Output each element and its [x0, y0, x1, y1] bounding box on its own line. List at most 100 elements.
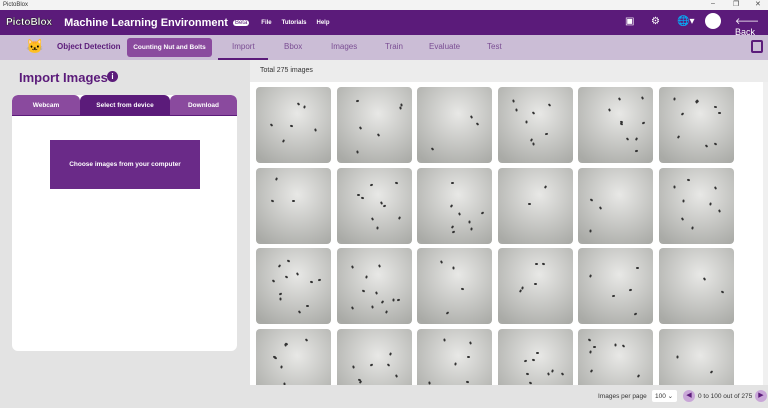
- object-mark: [270, 124, 274, 127]
- object-mark: [428, 381, 431, 384]
- object-mark: [469, 220, 471, 223]
- object-mark: [471, 227, 473, 230]
- object-mark: [720, 290, 724, 293]
- tab-images[interactable]: Images: [331, 42, 357, 51]
- object-mark: [361, 290, 365, 293]
- image-thumbnail[interactable]: [659, 168, 734, 244]
- object-mark: [440, 260, 443, 264]
- object-mark: [310, 280, 313, 283]
- object-mark: [593, 346, 596, 348]
- object-mark: [285, 275, 289, 278]
- globe-language-icon[interactable]: 🌐▾: [677, 16, 694, 27]
- image-thumbnail[interactable]: [256, 87, 331, 163]
- image-thumbnail[interactable]: [256, 168, 331, 244]
- object-mark: [270, 199, 273, 202]
- image-thumbnail[interactable]: [659, 87, 734, 163]
- image-thumbnail[interactable]: [417, 87, 492, 163]
- object-mark: [531, 111, 535, 115]
- image-thumbnail[interactable]: [498, 168, 573, 244]
- object-mark: [395, 182, 398, 185]
- gear-icon[interactable]: ⚙: [651, 16, 660, 27]
- object-mark: [548, 103, 551, 107]
- object-mark: [714, 143, 718, 146]
- object-mark: [530, 138, 533, 142]
- object-mark: [673, 98, 675, 101]
- tab-bbox[interactable]: Bbox: [284, 42, 302, 51]
- maximize-button[interactable]: ❐: [733, 0, 739, 8]
- minimize-button[interactable]: –: [711, 0, 715, 7]
- object-mark: [282, 139, 285, 143]
- images-per-page-select[interactable]: 100 ⌄: [652, 390, 677, 402]
- project-name-button[interactable]: Counting Nut and Bolts: [127, 38, 212, 57]
- sub-navigation: 🐱 Object Detection Counting Nut and Bolt…: [0, 35, 768, 60]
- object-mark: [718, 210, 721, 213]
- object-mark: [710, 370, 714, 373]
- import-title: Import Images: [19, 70, 108, 85]
- object-mark: [589, 369, 592, 373]
- object-mark: [458, 213, 461, 216]
- tab-download[interactable]: Download: [170, 95, 237, 115]
- object-mark: [380, 201, 383, 205]
- image-thumbnail[interactable]: [578, 87, 653, 163]
- object-mark: [465, 380, 468, 383]
- object-mark: [278, 292, 282, 295]
- object-mark: [443, 338, 445, 341]
- image-thumbnail[interactable]: [417, 168, 492, 244]
- object-mark: [703, 278, 706, 282]
- object-mark: [380, 301, 383, 305]
- image-thumbnail[interactable]: [659, 248, 734, 324]
- image-thumbnail[interactable]: [417, 248, 492, 324]
- object-mark: [625, 137, 628, 141]
- object-mark: [629, 289, 632, 292]
- user-avatar[interactable]: [705, 13, 721, 29]
- image-thumbnail[interactable]: [578, 168, 653, 244]
- object-mark: [431, 147, 435, 151]
- object-mark: [356, 151, 358, 154]
- pictoblox-logo: PictoBlox: [6, 17, 52, 28]
- tab-select-from-device[interactable]: Select from device: [80, 95, 170, 115]
- menu-help[interactable]: Help: [317, 20, 330, 26]
- image-thumbnail[interactable]: [256, 248, 331, 324]
- app-title: Machine Learning Environment: [64, 17, 228, 29]
- object-mark: [361, 197, 364, 200]
- object-mark: [274, 356, 278, 359]
- object-mark: [513, 99, 516, 102]
- image-thumbnail[interactable]: [337, 168, 412, 244]
- app-header: PictoBlox Machine Learning Environment B…: [0, 10, 768, 35]
- object-mark: [371, 217, 374, 221]
- tab-import[interactable]: Import: [232, 42, 255, 51]
- image-thumbnail[interactable]: [337, 248, 412, 324]
- object-mark: [314, 129, 317, 132]
- object-mark: [469, 116, 472, 120]
- info-icon[interactable]: i: [107, 71, 118, 82]
- tab-train[interactable]: Train: [385, 42, 403, 51]
- menu-file[interactable]: File: [261, 20, 271, 26]
- feedback-icon[interactable]: ▣: [625, 16, 634, 27]
- tab-test[interactable]: Test: [487, 42, 502, 51]
- object-mark: [395, 375, 398, 379]
- tab-evaluate[interactable]: Evaluate: [429, 42, 460, 51]
- object-mark: [378, 264, 381, 267]
- object-mark: [392, 298, 394, 301]
- object-mark: [636, 374, 639, 378]
- save-icon[interactable]: [751, 40, 763, 53]
- object-mark: [390, 352, 393, 356]
- image-thumbnail[interactable]: [498, 87, 573, 163]
- object-mark: [544, 185, 547, 189]
- next-page-button[interactable]: ▶: [755, 390, 767, 402]
- object-mark: [306, 305, 309, 307]
- object-mark: [295, 273, 298, 277]
- object-mark: [590, 198, 594, 201]
- close-button[interactable]: ✕: [755, 0, 761, 8]
- gallery-scrollbar[interactable]: [763, 82, 768, 385]
- previous-page-button[interactable]: ◀: [683, 390, 695, 402]
- menu-tutorials[interactable]: Tutorials: [282, 20, 307, 26]
- back-button[interactable]: 🡐 Back: [735, 16, 768, 37]
- object-mark: [526, 373, 529, 376]
- image-thumbnail[interactable]: [337, 87, 412, 163]
- choose-images-button[interactable]: Choose images from your computer: [50, 140, 200, 189]
- image-thumbnail[interactable]: [498, 248, 573, 324]
- image-thumbnail[interactable]: [578, 248, 653, 324]
- tab-webcam[interactable]: Webcam: [12, 95, 80, 115]
- object-mark: [377, 133, 380, 137]
